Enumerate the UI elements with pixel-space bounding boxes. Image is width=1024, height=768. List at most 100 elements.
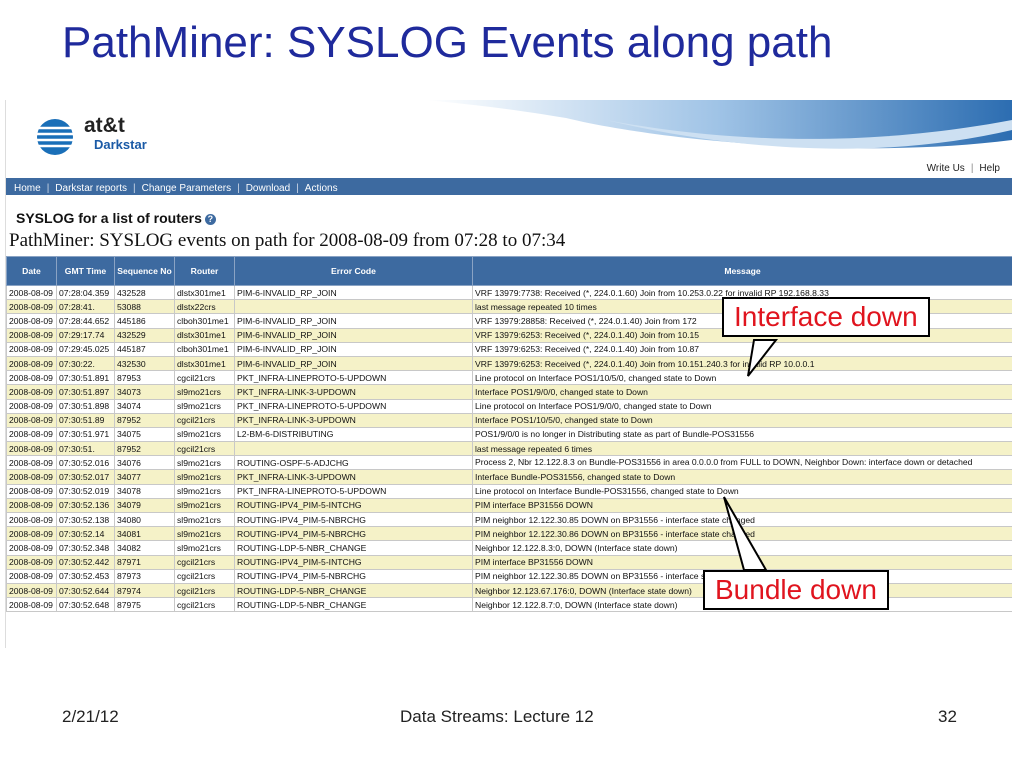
cell-sequence-no: 34078 (114, 483, 175, 499)
help-icon[interactable]: ? (204, 214, 216, 225)
cell-router: sl9mo21crs (174, 455, 235, 471)
cell-date: 2008-08-09 (6, 370, 57, 386)
report-title: PathMiner: SYSLOG events on path for 200… (9, 230, 566, 251)
nav-home[interactable]: Home (14, 183, 41, 194)
nav-download[interactable]: Download (246, 183, 290, 194)
table-row: 2008-08-09 07:30:52.019 34078 sl9mo21crs PKT… (6, 483, 1012, 499)
cell-error-code: PKT_INFRA-LINK-3-UPDOWN (234, 469, 473, 485)
cell-date: 2008-08-09 (6, 426, 57, 443)
cell-message: PIM interface BP31556 DOWN (472, 497, 1012, 514)
nav-darkstar-reports[interactable]: Darkstar reports (55, 183, 127, 194)
cell-date: 2008-08-09 (6, 526, 57, 542)
cell-sequence-no: 87953 (114, 370, 175, 386)
cell-error-code: ROUTING-IPV4_PIM-5-NBRCHG (234, 526, 473, 542)
cell-error-code: ROUTING-IPV4_PIM-5-NBRCHG (234, 568, 473, 584)
cell-router: cgcil21crs (174, 412, 235, 428)
cell-error-code (234, 299, 473, 315)
separator: | (970, 163, 974, 174)
cell-error-code (234, 441, 473, 457)
col-router[interactable]: Router (174, 256, 235, 286)
cell-router: sl9mo21crs (174, 398, 235, 414)
col-sequence-no[interactable]: Sequence No (114, 256, 175, 286)
col-error-code[interactable]: Error Code (234, 256, 473, 286)
cell-router: cgcil21crs (174, 554, 235, 570)
cell-sequence-no: 87971 (114, 554, 175, 570)
cell-router: dlstx301me1 (174, 284, 235, 301)
cell-message: Interface POS1/9/0/0, changed state to D… (472, 384, 1012, 400)
cell-message: VRF 13979:6253: Received (*, 224.0.1.40)… (472, 341, 1012, 357)
table-header-row: Date GMT Time Sequence No Router Error C… (6, 256, 1012, 286)
table-row: 2008-08-09 07:30:51.897 34073 sl9mo21crs PKT… (6, 384, 1012, 400)
write-us-link[interactable]: Write Us (927, 163, 965, 174)
cell-sequence-no: 432529 (114, 327, 175, 343)
cell-sequence-no: 34075 (114, 426, 175, 443)
cell-date: 2008-08-09 (6, 483, 57, 499)
cell-message: Neighbor 12.122.8.3:0, DOWN (Interface s… (472, 540, 1012, 556)
cell-error-code: PKT_INFRA-LINK-3-UPDOWN (234, 412, 473, 428)
cell-router: cgcil21crs (174, 597, 235, 613)
cell-date: 2008-08-09 (6, 412, 57, 428)
cell-gmt-time: 07:28:04.359 (56, 284, 115, 301)
cell-message: VRF 13979:6253: Received (*, 224.0.1.40)… (472, 355, 1012, 372)
cell-date: 2008-08-09 (6, 582, 57, 599)
cell-router: sl9mo21crs (174, 426, 235, 443)
table-row: 2008-08-09 07:30:52.442 87971 cgcil21crs ROU… (6, 554, 1012, 570)
col-gmt-time[interactable]: GMT Time (56, 256, 115, 286)
nav-actions[interactable]: Actions (305, 183, 338, 194)
cell-router: sl9mo21crs (174, 469, 235, 485)
nav-change-parameters[interactable]: Change Parameters (142, 183, 232, 194)
cell-gmt-time: 07:30:51.89 (56, 412, 115, 428)
cell-date: 2008-08-09 (6, 398, 57, 414)
cell-router: sl9mo21crs (174, 497, 235, 514)
col-message[interactable]: Message (472, 256, 1012, 286)
cell-router: dlstx301me1 (174, 355, 235, 372)
darkstar-screenshot: at&t Darkstar Write Us | Help Home | Darksta… (5, 100, 1012, 648)
cell-gmt-time: 07:30:52.442 (56, 554, 115, 570)
table-row: 2008-08-09 07:29:45.025 445187 clboh301me1 P… (6, 341, 1012, 357)
cell-sequence-no: 445186 (114, 313, 175, 329)
col-date[interactable]: Date (6, 256, 57, 286)
cell-error-code: PIM-6-INVALID_RP_JOIN (234, 355, 473, 372)
cell-date: 2008-08-09 (6, 313, 57, 329)
table-row: 2008-08-09 07:30:51.971 34075 sl9mo21crs L2-… (6, 426, 1012, 443)
cell-sequence-no: 87974 (114, 582, 175, 599)
nav-bar: Home | Darkstar reports | Change Parameters |… (6, 178, 1012, 195)
cell-gmt-time: 07:30:52.648 (56, 597, 115, 613)
help-link[interactable]: Help (979, 163, 1000, 174)
cell-error-code: PIM-6-INVALID_RP_JOIN (234, 284, 473, 301)
cell-error-code: PIM-6-INVALID_RP_JOIN (234, 341, 473, 357)
cell-router: sl9mo21crs (174, 540, 235, 556)
table-row: 2008-08-09 07:30:22. 432530 dlstx301me1 PIM-… (6, 355, 1012, 372)
cell-gmt-time: 07:30:52.019 (56, 483, 115, 499)
cell-gmt-time: 07:30:51.898 (56, 398, 115, 414)
cell-gmt-time: 07:30:52.138 (56, 511, 115, 528)
cell-gmt-time: 07:30:52.016 (56, 455, 115, 471)
cell-sequence-no: 432528 (114, 284, 175, 301)
table-row: 2008-08-09 07:30:51.891 87953 cgcil21crs PKT… (6, 370, 1012, 386)
cell-sequence-no: 34076 (114, 455, 175, 471)
cell-router: dlstx301me1 (174, 327, 235, 343)
cell-date: 2008-08-09 (6, 355, 57, 372)
cell-router: cgcil21crs (174, 568, 235, 584)
cell-error-code: PKT_INFRA-LINK-3-UPDOWN (234, 384, 473, 400)
cell-date: 2008-08-09 (6, 540, 57, 556)
cell-gmt-time: 07:30:52.644 (56, 582, 115, 599)
cell-error-code: ROUTING-LDP-5-NBR_CHANGE (234, 597, 473, 613)
cell-router: cgcil21crs (174, 370, 235, 386)
cell-gmt-time: 07:30:51. (56, 441, 115, 457)
cell-router: dlstx22crs (174, 299, 235, 315)
cell-gmt-time: 07:30:52.348 (56, 540, 115, 556)
cell-router: sl9mo21crs (174, 526, 235, 542)
cell-router: sl9mo21crs (174, 384, 235, 400)
cell-sequence-no: 34074 (114, 398, 175, 414)
cell-date: 2008-08-09 (6, 497, 57, 514)
table-row: 2008-08-09 07:30:52.14 34081 sl9mo21crs ROUT… (6, 526, 1012, 542)
product-name: Darkstar (94, 137, 147, 152)
cell-message: Line protocol on Interface Bundle-POS315… (472, 483, 1012, 499)
cell-date: 2008-08-09 (6, 455, 57, 471)
table-row: 2008-08-09 07:30:51.89 87952 cgcil21crs PKT_… (6, 412, 1012, 428)
cell-error-code: PIM-6-INVALID_RP_JOIN (234, 327, 473, 343)
cell-gmt-time: 07:28:44.652 (56, 313, 115, 329)
cell-error-code: ROUTING-IPV4_PIM-5-INTCHG (234, 554, 473, 570)
cell-error-code: ROUTING-LDP-5-NBR_CHANGE (234, 582, 473, 599)
